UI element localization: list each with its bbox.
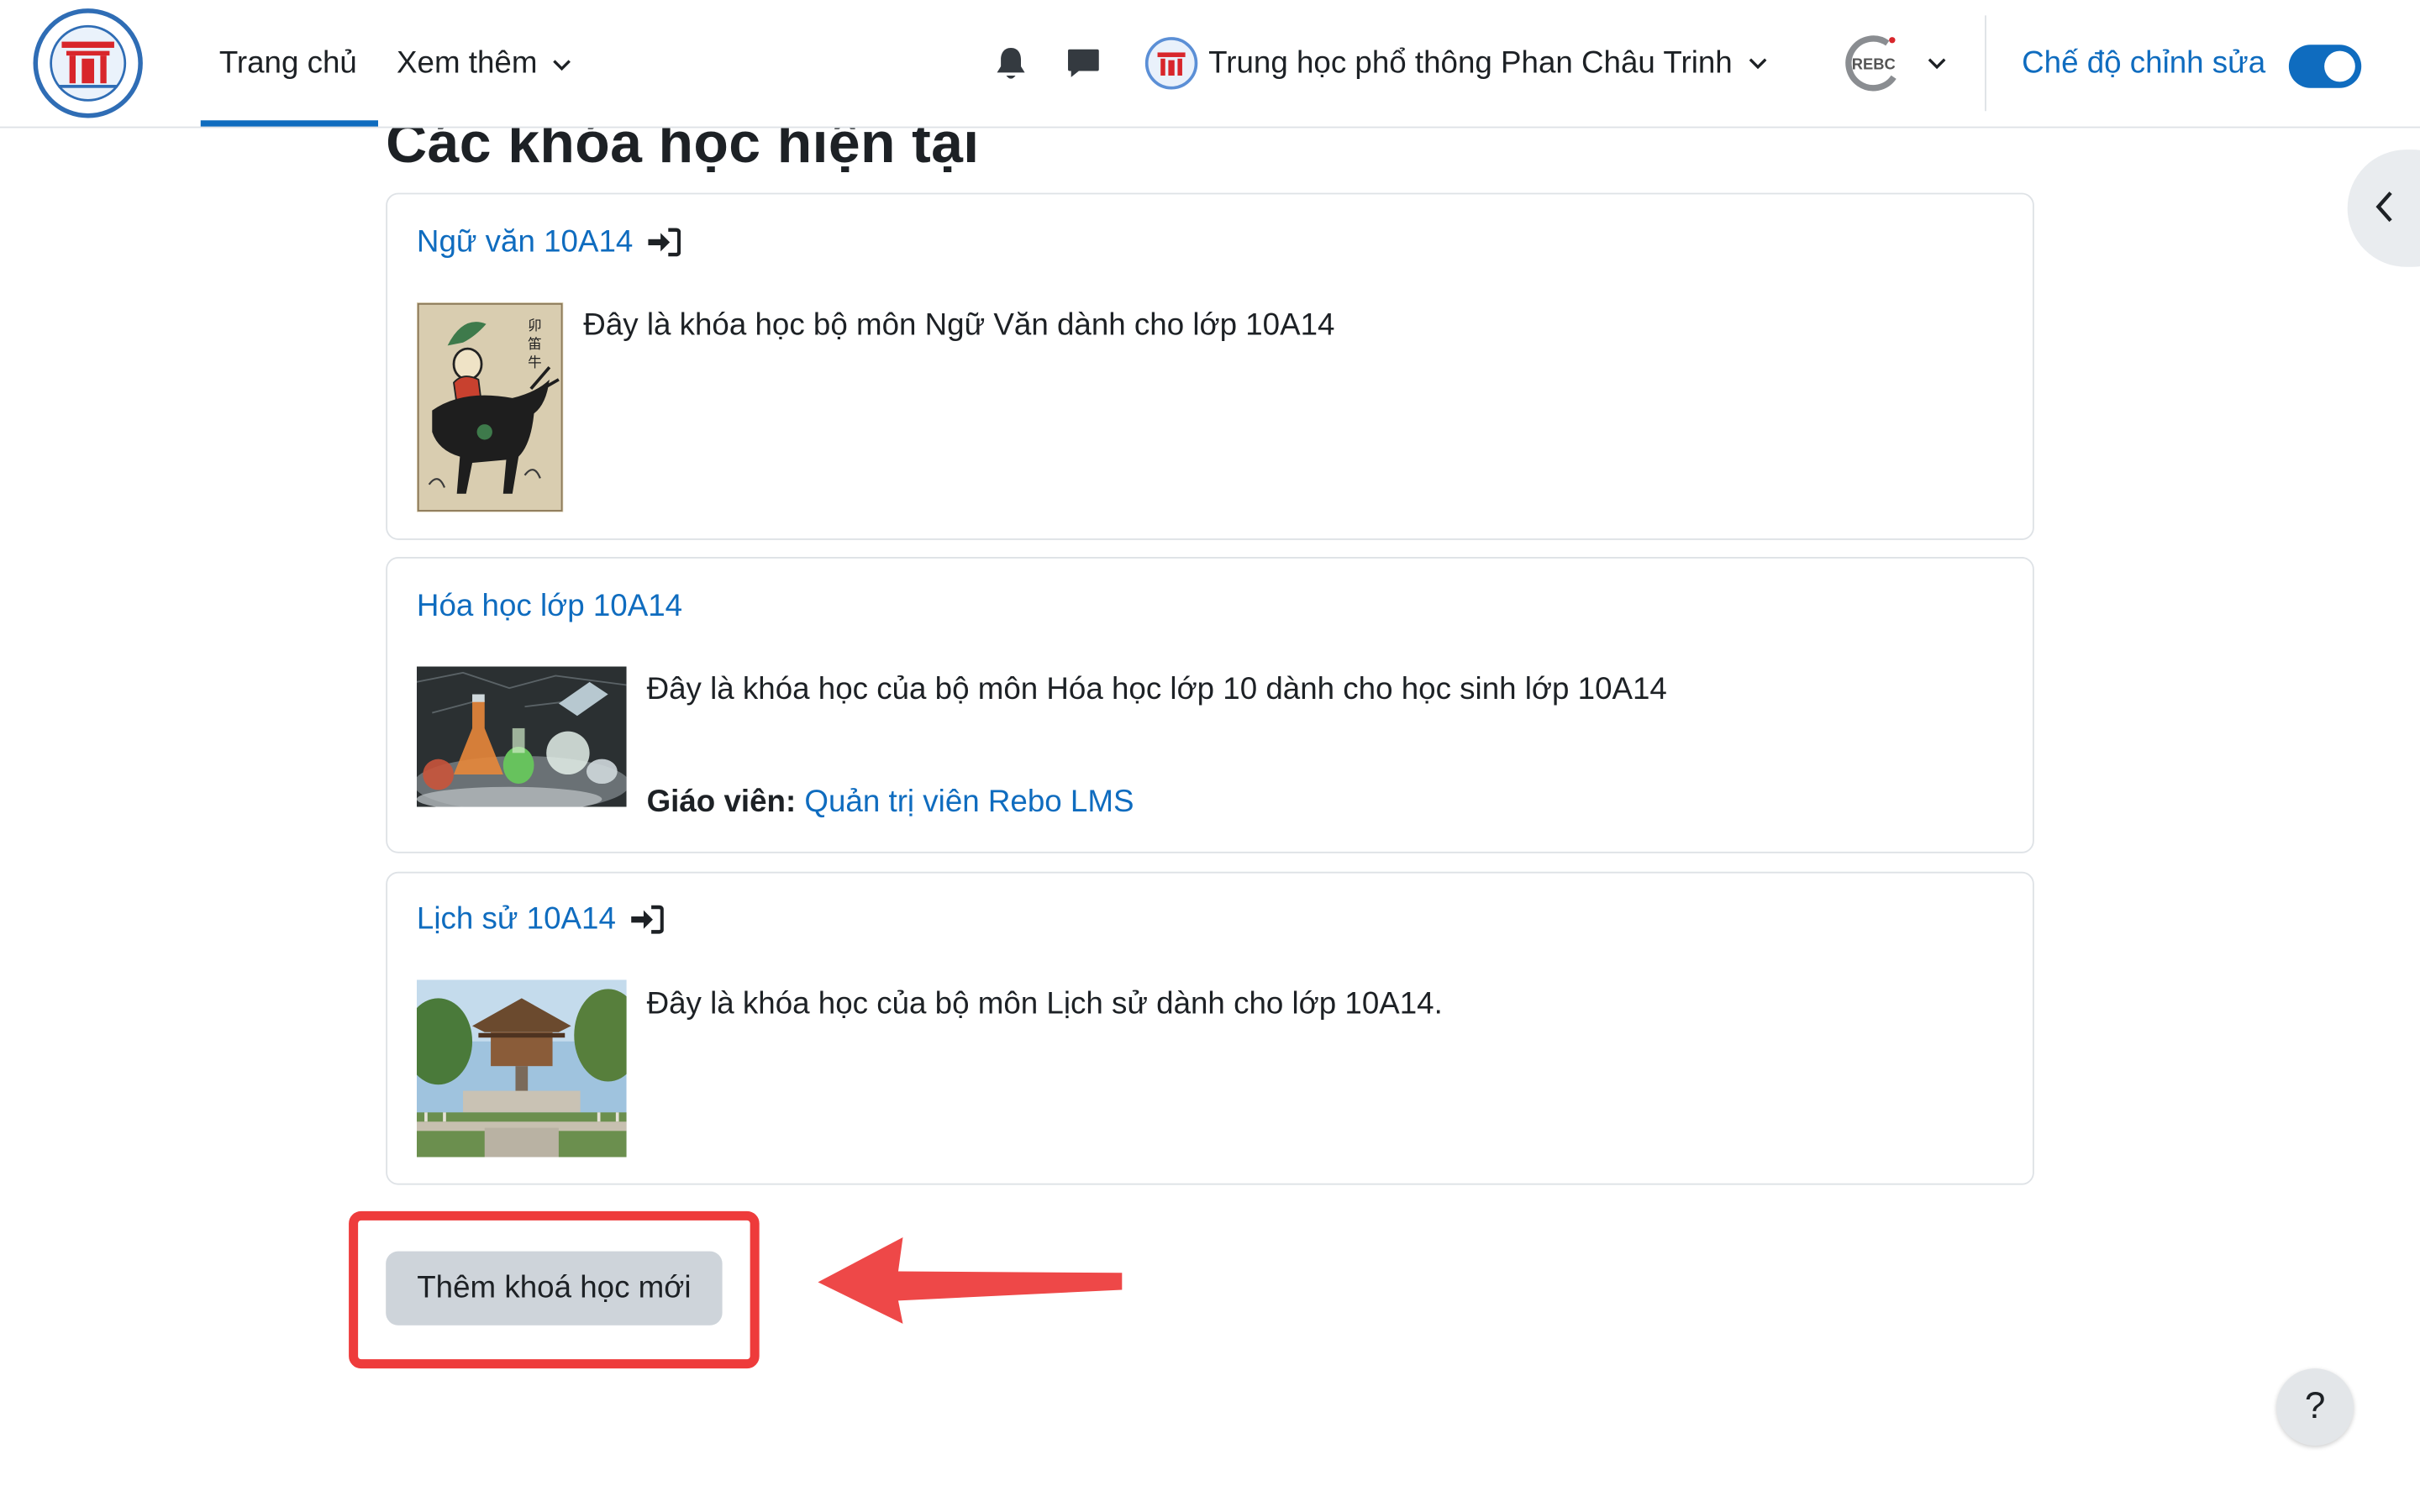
- teacher-link[interactable]: Quản trị viên Rebo LMS: [804, 785, 1134, 819]
- course-summary: Đây là khóa học bộ môn Ngữ Văn dành cho …: [583, 308, 1335, 343]
- course-image: [416, 979, 627, 1158]
- nav-home-label: Trang chủ: [218, 46, 357, 81]
- help-button[interactable]: ?: [2276, 1368, 2354, 1446]
- help-label: ?: [2304, 1385, 2326, 1427]
- nav-home[interactable]: Trang chủ: [219, 43, 357, 83]
- nav-more-label: Xem thêm: [397, 46, 538, 81]
- user-avatar-text: REBC: [1852, 55, 1896, 73]
- course-card: Hóa học lớp 10A14 Đây là khóa học của bộ…: [386, 557, 2034, 853]
- svg-text:卯: 卯: [528, 318, 542, 333]
- chevron-down-icon: [1748, 58, 1766, 70]
- enrol-icon: [648, 228, 681, 257]
- open-drawer-button[interactable]: [2347, 150, 2420, 267]
- add-new-course-button[interactable]: Thêm khoá học mới: [386, 1251, 723, 1326]
- nav-more-dropdown[interactable]: Xem thêm: [397, 43, 571, 83]
- svg-text:笛: 笛: [528, 336, 542, 352]
- school-switcher-dropdown[interactable]: Trung học phổ thông Phan Châu Trinh: [1144, 34, 1766, 92]
- messages-chat-icon[interactable]: [1065, 45, 1102, 81]
- chevron-left-icon: [2375, 192, 2392, 223]
- top-navbar: Trang chủ Xem thêm Trung học phổ thông P…: [0, 0, 2420, 129]
- course-name: Lịch sử 10A14: [416, 902, 616, 937]
- course-teacher: Giáo viên: Quản trị viên Rebo LMS: [647, 782, 1134, 822]
- school-name: Trung học phổ thông Phan Châu Trinh: [1208, 45, 1733, 80]
- course-summary: Đây là khóa học của bộ môn Hóa học lớp 1…: [646, 672, 1667, 707]
- school-logo[interactable]: [31, 8, 145, 118]
- user-avatar: REBC: [1841, 30, 1907, 96]
- teacher-label: Giáo viên:: [646, 785, 797, 820]
- course-name: Hóa học lớp 10A14: [416, 589, 683, 624]
- course-link[interactable]: Lịch sử 10A14: [417, 900, 664, 940]
- nav-home-active-indicator: [200, 120, 378, 127]
- user-menu-dropdown[interactable]: REBC: [1841, 30, 1946, 96]
- notification-bell-icon[interactable]: [994, 45, 1028, 81]
- course-image: 卯 笛 牛: [416, 302, 564, 512]
- course-summary: Đây là khóa học của bộ môn Lịch sử dành …: [646, 987, 1443, 1021]
- course-image: [416, 666, 627, 807]
- enrol-icon: [631, 905, 664, 934]
- course-card: Ngữ văn 10A14 卯 笛 牛 Đây là khóa học bộ m…: [386, 192, 2034, 540]
- edit-mode-toggle[interactable]: [2288, 45, 2362, 88]
- toggle-knob: [2324, 50, 2355, 82]
- school-avatar: [1144, 37, 1198, 90]
- course-name: Ngữ văn 10A14: [416, 225, 634, 260]
- course-link[interactable]: Hóa học lớp 10A14: [417, 586, 682, 627]
- navbar-divider: [1985, 15, 1986, 112]
- chevron-down-icon: [1928, 58, 1946, 70]
- course-card: Lịch sử 10A14 Đây là khóa học của bộ môn…: [386, 871, 2034, 1185]
- chevron-down-icon: [552, 59, 571, 71]
- annotation-arrow-icon: [818, 1237, 1123, 1324]
- svg-text:牛: 牛: [528, 354, 542, 370]
- edit-mode-label: Chế độ chỉnh sửa: [2022, 46, 2266, 81]
- course-link[interactable]: Ngữ văn 10A14: [417, 222, 681, 262]
